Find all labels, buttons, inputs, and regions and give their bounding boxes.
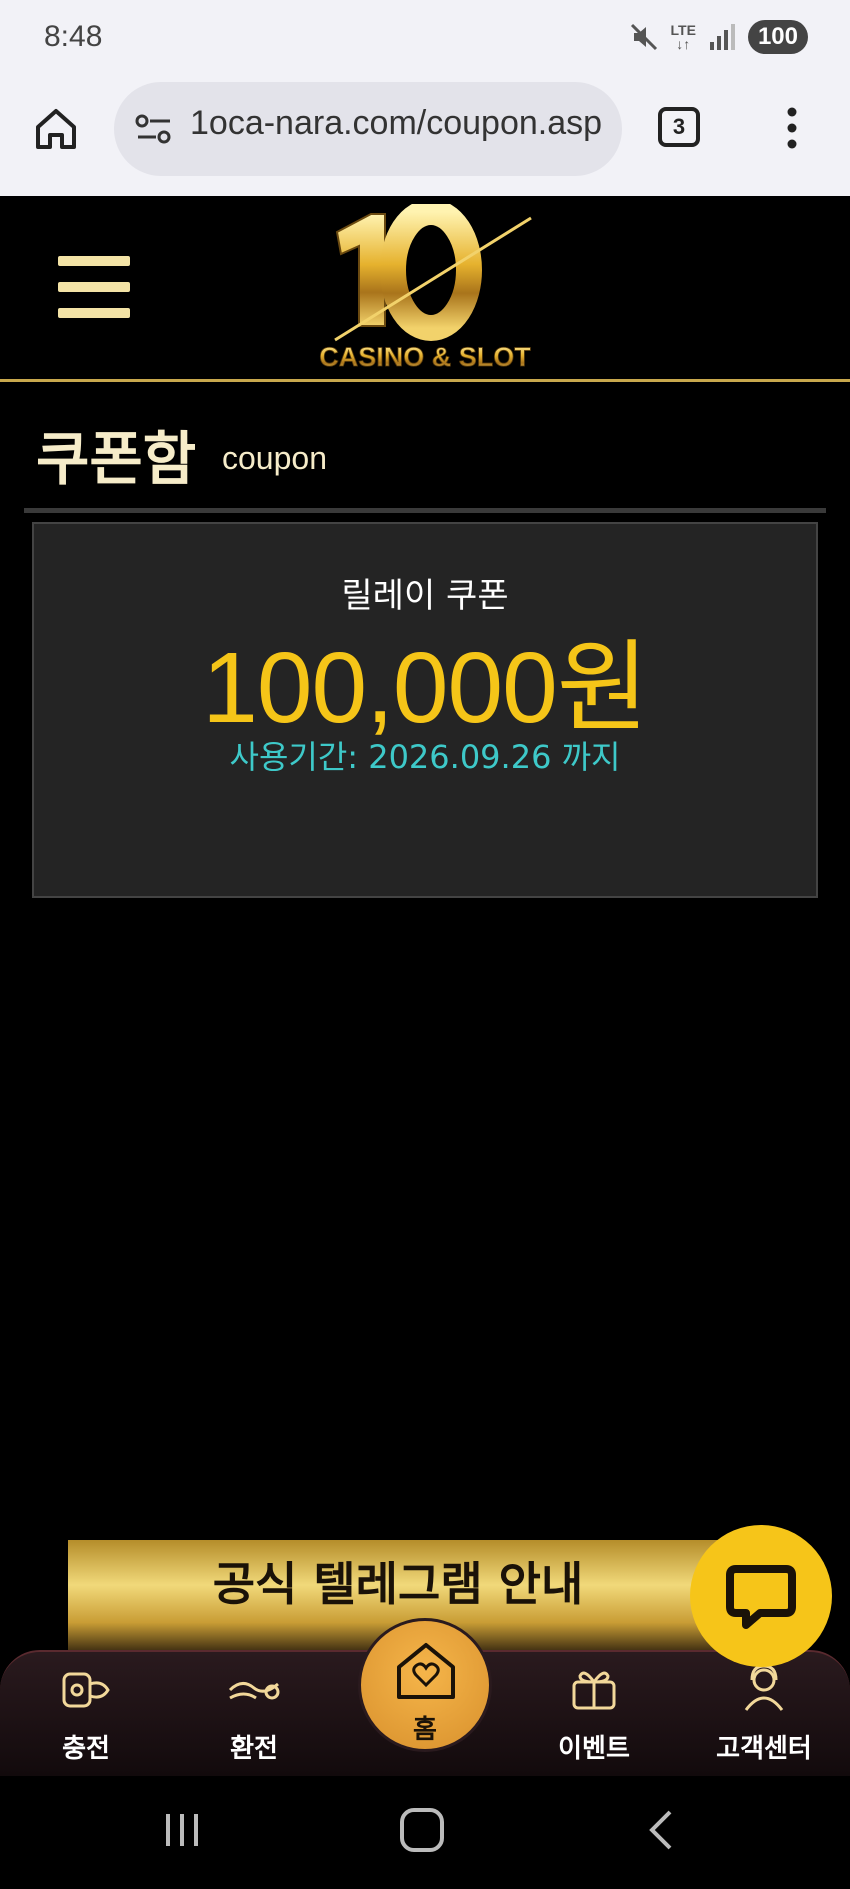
browser-toolbar: 1oca-nara.com/coupon.asp 3 [0,78,850,196]
page-title: 쿠폰함 [36,425,197,493]
coupon-card[interactable]: 릴레이 쿠폰 100,000원 사용기간: 2026.09.26 까지 [32,522,818,898]
lte-icon: LTE ↓↑ [670,22,696,52]
withdraw-icon [228,1682,280,1700]
status-icons: LTE ↓↑ 100 [629,20,808,54]
battery-badge: 100 [747,20,808,54]
nav-label-event: 이벤트 [558,1734,630,1764]
nav-label-support: 고객센터 [716,1734,812,1764]
nav-label-home: 홈 [413,1715,437,1745]
system-nav-bar [0,1776,850,1889]
chat-button[interactable] [690,1525,832,1667]
support-icon [744,1664,784,1711]
nav-label-deposit: 충전 [62,1734,110,1764]
casino-logo[interactable]: CASINO & SLOT [305,204,545,376]
site-header: CASINO & SLOT [0,196,850,382]
page-subtitle: coupon [222,440,327,476]
nav-support[interactable]: 고객센터 [704,1652,824,1778]
nav-withdraw[interactable]: 환전 [194,1652,314,1778]
coupon-amount: 100,000원 [202,632,648,744]
system-home-icon[interactable] [400,1808,444,1852]
logo-text: CASINO & SLOT [319,342,531,372]
nav-home[interactable]: 홈 [358,1618,492,1752]
recents-icon[interactable] [162,1810,202,1850]
status-bar: 8:48 LTE ↓↑ 100 [0,0,850,78]
gift-icon [572,1671,616,1710]
telegram-banner-text: 공식 텔레그램 안내 [212,1557,584,1611]
hamburger-menu-icon[interactable] [58,256,130,318]
mute-icon [630,23,657,51]
title-divider [24,508,826,513]
browser-home-icon[interactable] [32,105,80,153]
coupon-expiry: 사용기간: 2026.09.26 까지 [229,738,621,776]
tabs-button[interactable]: 3 [658,107,700,147]
status-time: 8:48 [44,20,103,53]
url-text[interactable]: 1oca-nara.com/coupon.asp [190,104,602,143]
nav-event[interactable]: 이벤트 [534,1652,654,1778]
nav-deposit[interactable]: 충전 [26,1652,146,1778]
back-icon[interactable] [646,1808,674,1852]
url-bar[interactable]: 1oca-nara.com/coupon.asp [114,82,622,176]
signal-icon [709,24,735,50]
chat-bubble-icon [726,1565,796,1629]
more-menu-icon[interactable] [782,106,802,150]
site-settings-icon[interactable] [134,113,174,145]
nav-label-withdraw: 환전 [230,1734,278,1764]
deposit-icon [62,1672,110,1708]
home-heart-icon [397,1643,455,1699]
